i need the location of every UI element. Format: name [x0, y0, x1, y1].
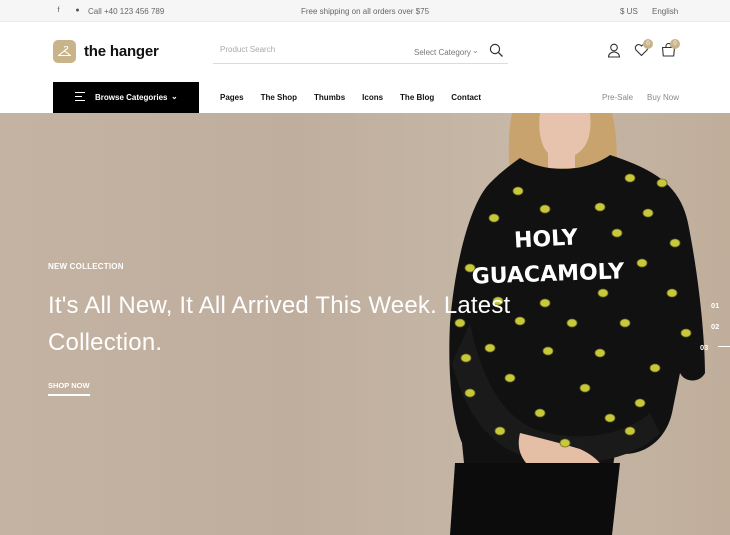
slide-dot-1[interactable]: 01	[711, 301, 719, 310]
main-nav: Pages The Shop Thumbs Icons The Blog Con…	[220, 93, 498, 102]
top-bar: f ● Call +40 123 456 789 Free shipping o…	[0, 0, 730, 22]
browse-categories-button[interactable]: Browse Categories ⌄	[53, 82, 199, 113]
cart-icon[interactable]: 0	[661, 39, 680, 62]
search-icon[interactable]	[489, 43, 504, 63]
wishlist-icon[interactable]: 0	[634, 39, 653, 62]
browse-categories-label: Browse Categories	[95, 93, 168, 102]
slide-dot-3[interactable]: 03	[700, 343, 708, 352]
nav-item-icons[interactable]: Icons	[362, 93, 383, 102]
nav-item-the-shop[interactable]: The Shop	[261, 93, 297, 102]
logo[interactable]: the hanger	[53, 40, 159, 63]
currency-selector[interactable]: $ US	[620, 7, 638, 16]
shirt-print-line1: HOLY	[513, 225, 579, 253]
nav-link-buy-now[interactable]: Buy Now	[647, 93, 679, 102]
search-input[interactable]	[220, 45, 400, 54]
logo-text: the hanger	[84, 43, 159, 60]
chevron-down-icon: ⌄	[171, 92, 178, 101]
cart-count-badge: 0	[670, 39, 680, 49]
search-bar: Select Category ⌄	[213, 40, 508, 64]
nav-item-the-blog[interactable]: The Blog	[400, 93, 434, 102]
slide-dot-2[interactable]: 02	[711, 322, 719, 331]
hanger-icon	[53, 40, 76, 63]
hero-headline: It's All New, It All Arrived This Week. …	[48, 292, 511, 356]
hero-slider: HOLY GUACAMOLY NEW COLLECTION It's All N…	[0, 113, 730, 535]
shop-now-button[interactable]: SHOP NOW	[48, 381, 90, 396]
hero-eyebrow: NEW COLLECTION	[48, 262, 124, 271]
language-selector[interactable]: English	[652, 7, 678, 16]
menu-icon	[75, 92, 85, 104]
account-icon[interactable]	[607, 43, 621, 63]
category-select[interactable]: Select Category	[414, 48, 471, 57]
chevron-down-icon[interactable]: ⌄	[472, 46, 479, 55]
nav-link-pre-sale[interactable]: Pre-Sale	[602, 93, 633, 102]
nav-item-contact[interactable]: Contact	[451, 93, 481, 102]
nav-item-pages[interactable]: Pages	[220, 93, 244, 102]
nav-item-thumbs[interactable]: Thumbs	[314, 93, 345, 102]
active-slide-indicator	[718, 346, 730, 347]
wishlist-count-badge: 0	[643, 39, 653, 49]
